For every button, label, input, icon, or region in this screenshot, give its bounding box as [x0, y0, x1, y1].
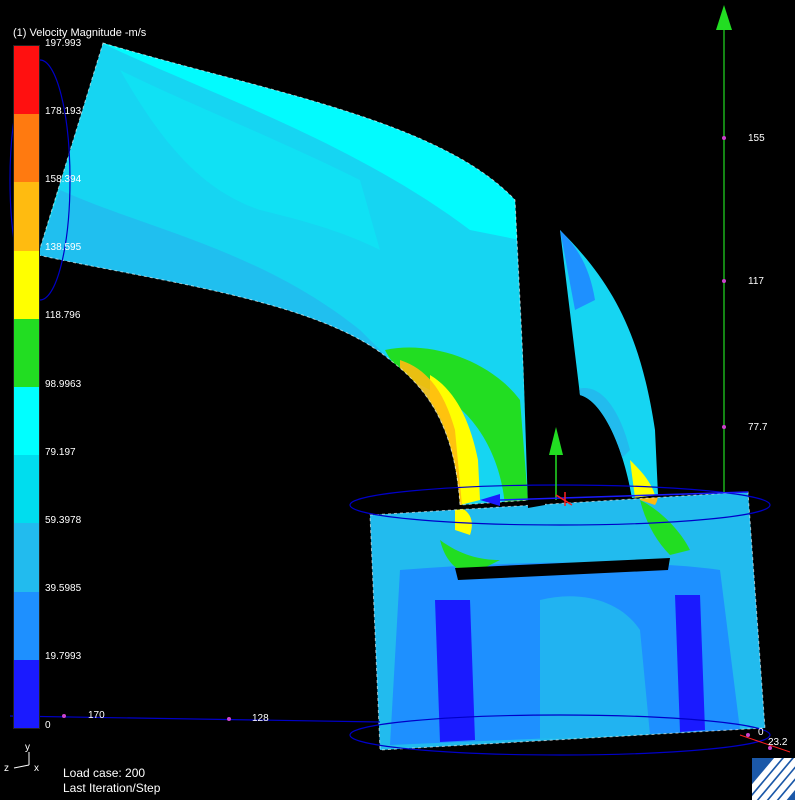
legend-swatch: [14, 455, 39, 524]
legend-labels: 197.993 178.193 158.394 138.595 118.796 …: [45, 38, 165, 733]
legend-swatch: [14, 659, 39, 729]
legend-label: 138.595: [45, 242, 82, 253]
vertical-tick-label: 155: [748, 133, 765, 144]
legend-label: 0: [45, 720, 51, 731]
cylinder-region: [369, 491, 766, 751]
legend-swatch: [14, 591, 39, 660]
legend-label: 19.7993: [45, 651, 82, 662]
horizontal-tick-label: 128: [252, 713, 269, 724]
load-case-text: Load case: 200: [63, 766, 146, 780]
legend-swatch: [14, 523, 39, 592]
legend-swatch: [14, 318, 39, 388]
vertical-axis: [716, 5, 732, 492]
legend-label: 118.796: [45, 310, 81, 321]
legend-label: 59.3978: [45, 515, 82, 526]
legend-label: 197.993: [45, 38, 82, 49]
exhaust-port-region: [560, 230, 658, 498]
iteration-text: Last Iteration/Step: [63, 781, 161, 795]
legend-swatch: [14, 182, 39, 251]
legend-label: 178.193: [45, 106, 82, 117]
legend-swatch: [14, 387, 39, 456]
legend-label: 39.5985: [45, 583, 82, 594]
software-logo: [752, 758, 795, 800]
triad-z-label: z: [4, 763, 9, 774]
triad-y-label: y: [25, 742, 30, 753]
vertical-tick-label: 117: [748, 276, 764, 287]
color-legend-bar: [13, 45, 40, 729]
corner-tick-label: 23.2: [768, 737, 788, 748]
legend-swatch: [14, 250, 39, 319]
vertical-tick-label: 77.7: [748, 422, 768, 433]
coordinate-triad: [13, 752, 30, 769]
horizontal-tick-label: 170: [88, 710, 105, 721]
triad-x-label: x: [34, 763, 39, 774]
corner-tick-label: 0: [758, 727, 764, 738]
legend-label: 158.394: [45, 174, 82, 185]
legend-label: 79.197: [45, 447, 76, 458]
legend-swatch: [14, 114, 39, 183]
legend-swatch: [14, 46, 39, 115]
legend-label: 98.9963: [45, 379, 82, 390]
